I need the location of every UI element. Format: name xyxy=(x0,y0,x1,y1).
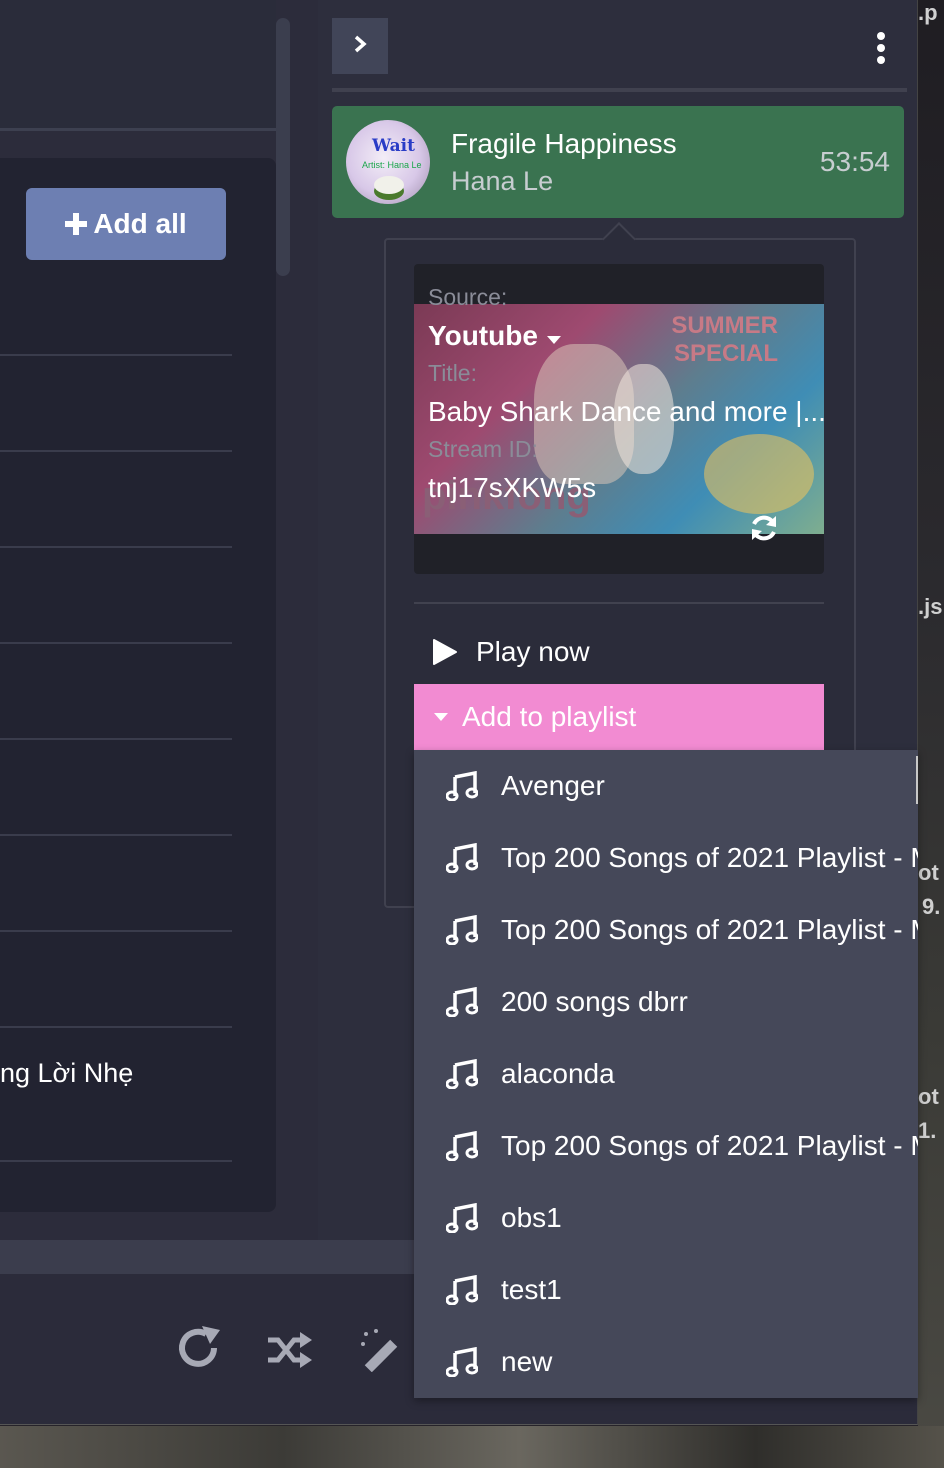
thumbnail-text: SPECIAL xyxy=(673,340,778,367)
add-all-label: Add all xyxy=(93,208,187,239)
song-artist: Hana Le xyxy=(451,166,554,196)
title-label: Title: xyxy=(428,360,477,386)
row-divider xyxy=(0,834,232,836)
add-to-playlist-button[interactable]: Add to playlist xyxy=(414,684,824,750)
music-note-icon xyxy=(445,1130,479,1166)
thumbnail-caption: SUMMER SPECIAL xyxy=(671,312,778,368)
thumbnail-figure xyxy=(704,434,814,514)
song-title: Fragile Happiness xyxy=(451,128,677,159)
magic-wand-icon[interactable] xyxy=(360,1328,404,1377)
row-divider xyxy=(0,354,232,356)
desktop-wallpaper-bottom xyxy=(0,1426,944,1468)
flower-graphic xyxy=(374,176,404,194)
source-select[interactable]: Youtube xyxy=(428,320,562,352)
playlist-name: new xyxy=(501,1346,553,1377)
playlist-menu-item[interactable]: obs1 xyxy=(414,1188,918,1248)
background-text: 1. xyxy=(918,1118,937,1143)
divider xyxy=(332,88,907,92)
row-divider xyxy=(0,546,232,548)
background-text: .js xyxy=(918,594,943,619)
music-note-icon xyxy=(445,842,479,878)
source-value: Youtube xyxy=(428,320,538,351)
playlist-name: Top 200 Songs of 2021 Playlist - M xyxy=(501,914,918,945)
playlist-name: Top 200 Songs of 2021 Playlist - M xyxy=(501,842,918,873)
stream-id-label: Stream ID: xyxy=(428,436,538,462)
row-divider xyxy=(0,1026,232,1028)
playlist-name: obs1 xyxy=(501,1202,562,1233)
playlist-menu-item[interactable]: new xyxy=(414,1332,918,1392)
music-note-icon xyxy=(445,1274,479,1310)
background-text: ot xyxy=(918,860,939,885)
playlist-menu-item[interactable]: test1 xyxy=(414,1260,918,1320)
playlist-name: Avenger xyxy=(501,770,605,801)
playlist-name: 200 songs dbrr xyxy=(501,986,688,1017)
background-text: ot xyxy=(918,1084,939,1109)
playlist-name: Top 200 Songs of 2021 Playlist - M xyxy=(501,1130,918,1161)
source-label: Source: xyxy=(428,284,508,310)
song-duration: 53:54 xyxy=(819,146,890,177)
row-divider xyxy=(0,738,232,740)
play-now-label: Play now xyxy=(476,636,590,667)
more-options-button[interactable] xyxy=(866,30,896,66)
source-info-card: SUMMER SPECIAL pinkfong Source: Youtube … xyxy=(414,264,824,574)
divider xyxy=(414,602,824,604)
album-art: Wait Artist: Hana Le xyxy=(346,120,430,204)
album-art-subtext: Artist: Hana Le xyxy=(362,160,422,170)
row-divider xyxy=(0,930,232,932)
plus-icon xyxy=(65,206,88,243)
add-to-playlist-label: Add to playlist xyxy=(462,701,637,732)
caret-down-icon xyxy=(546,320,562,351)
playlist-name: alaconda xyxy=(501,1058,615,1089)
background-text: .p xyxy=(918,0,938,25)
caret-down-icon xyxy=(434,712,448,722)
collapse-panel-button[interactable] xyxy=(332,18,388,74)
left-header xyxy=(0,0,276,131)
playlist-menu-item[interactable]: alaconda xyxy=(414,1044,918,1104)
playlist-menu-item[interactable]: Top 200 Songs of 2021 Playlist - M xyxy=(414,1116,918,1176)
background-text: 9. xyxy=(922,894,941,919)
music-note-icon xyxy=(445,1058,479,1094)
stream-id-value: tnj17sXKW5s xyxy=(428,472,597,503)
row-divider xyxy=(0,1160,232,1162)
more-vertical-icon xyxy=(866,32,896,70)
play-icon xyxy=(432,638,458,666)
shuffle-icon[interactable] xyxy=(268,1332,312,1373)
music-note-icon xyxy=(445,1346,479,1382)
row-divider xyxy=(0,642,232,644)
redo-icon[interactable] xyxy=(176,1326,222,1377)
playlist-dropdown-menu: Avenger Top 200 Songs of 2021 Playlist -… xyxy=(414,750,918,1398)
now-playing-card[interactable]: Wait Artist: Hana Le Fragile Happiness H… xyxy=(332,106,904,218)
chevron-right-icon xyxy=(353,35,367,58)
playlist-menu-item[interactable]: Top 200 Songs of 2021 Playlist - M xyxy=(414,828,918,888)
music-note-icon xyxy=(445,914,479,950)
add-all-button[interactable]: Add all xyxy=(26,188,226,260)
refresh-icon[interactable] xyxy=(748,512,780,549)
music-note-icon xyxy=(445,770,479,806)
playlist-menu-item[interactable]: Top 200 Songs of 2021 Playlist - M xyxy=(414,900,918,960)
menu-scroll-edge xyxy=(916,756,918,804)
row-divider xyxy=(0,450,232,452)
thumbnail-text: SUMMER xyxy=(671,312,778,339)
left-scrollbar[interactable] xyxy=(276,18,290,276)
video-title: Baby Shark Dance and more |... xyxy=(428,396,824,427)
song-list-panel: Add all ng Lời Nhẹ xyxy=(0,158,276,1212)
playlist-menu-item[interactable]: Avenger xyxy=(414,756,918,816)
playlist-name: test1 xyxy=(501,1274,562,1305)
desktop-wallpaper xyxy=(918,0,944,1468)
play-now-button[interactable]: Play now xyxy=(414,624,824,680)
list-item-title[interactable]: ng Lời Nhẹ xyxy=(0,1058,133,1089)
album-art-text: Wait xyxy=(372,136,415,156)
music-note-icon xyxy=(445,986,479,1022)
playlist-menu-item[interactable]: 200 songs dbrr xyxy=(414,972,918,1032)
music-note-icon xyxy=(445,1202,479,1238)
